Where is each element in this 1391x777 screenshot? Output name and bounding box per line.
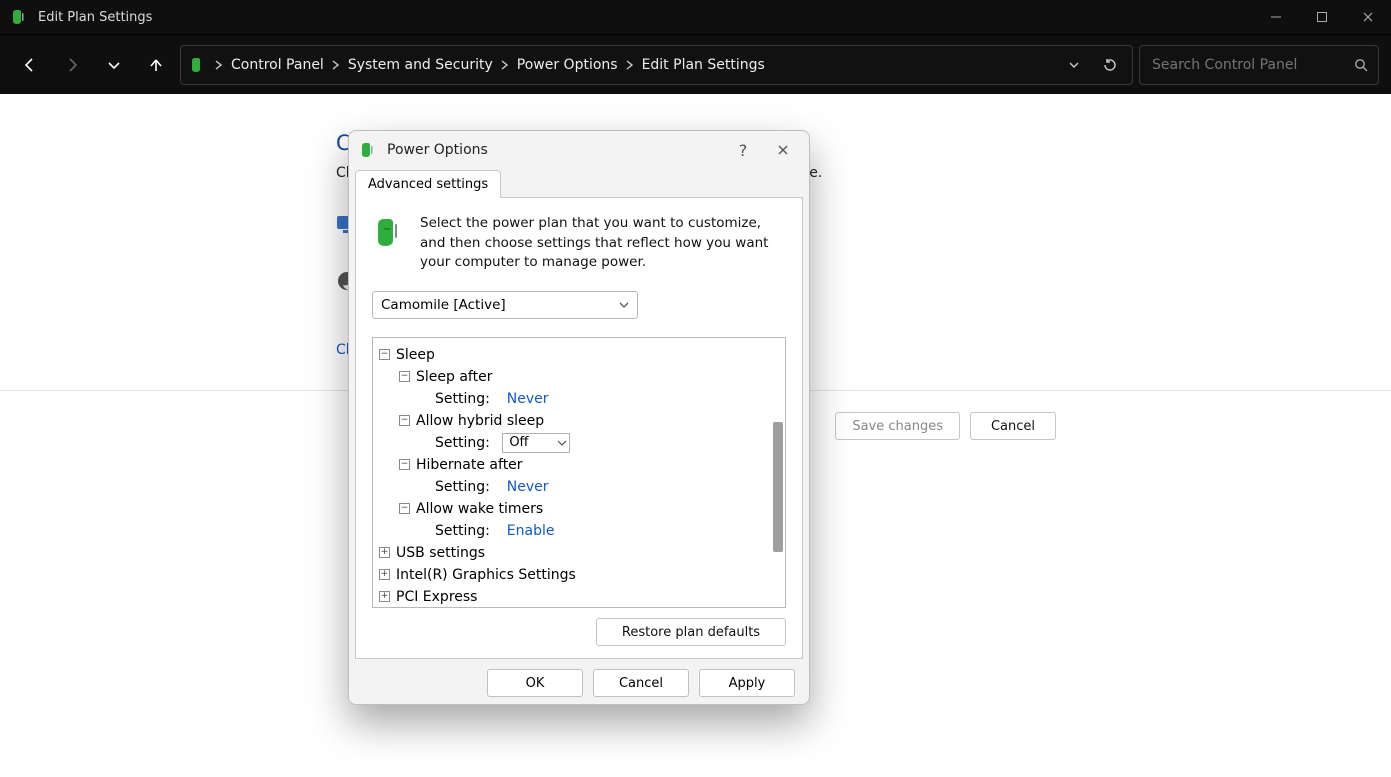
tree-node-graphics[interactable]: +Intel(R) Graphics Settings [379, 564, 781, 586]
app-icon [10, 7, 30, 27]
breadcrumb-item[interactable]: System and Security [346, 53, 495, 77]
settings-tree[interactable]: −Sleep −Sleep after Setting: Never −Allo… [372, 337, 786, 608]
collapse-icon[interactable]: − [399, 415, 410, 426]
hybrid-sleep-value: Off [509, 435, 528, 450]
setting-hibernate-after[interactable]: Setting: Never [379, 476, 781, 498]
tree-node-hybrid-sleep[interactable]: −Allow hybrid sleep [379, 410, 781, 432]
nav-forward-button[interactable] [54, 47, 90, 83]
page-body: Change settings for the plan: Camomile C… [0, 94, 1391, 777]
tree-node-sleep[interactable]: −Sleep [379, 344, 781, 366]
restore-defaults-button[interactable]: Restore plan defaults [596, 618, 786, 646]
hybrid-sleep-select[interactable]: Off [502, 433, 570, 453]
tree-node-pci[interactable]: +PCI Express [379, 586, 781, 607]
chevron-right-icon [332, 60, 340, 70]
collapse-icon[interactable]: − [399, 503, 410, 514]
search-icon [1354, 58, 1368, 72]
search-box[interactable] [1139, 45, 1379, 85]
setting-value[interactable]: Enable [507, 523, 555, 539]
refresh-button[interactable] [1096, 51, 1124, 79]
expand-icon[interactable]: + [379, 569, 390, 580]
window-titlebar: Edit Plan Settings [0, 0, 1391, 34]
power-options-dialog: Power Options ? Advanced settings Select… [348, 130, 810, 705]
dialog-ok-button[interactable]: OK [487, 669, 583, 697]
expand-icon[interactable]: + [379, 591, 390, 602]
chevron-right-icon [626, 60, 634, 70]
chevron-down-icon [619, 300, 629, 310]
setting-hybrid-sleep[interactable]: Setting: Off [379, 432, 781, 454]
nav-recent-button[interactable] [96, 47, 132, 83]
tree-node-hibernate-after[interactable]: −Hibernate after [379, 454, 781, 476]
chevron-right-icon [215, 60, 223, 70]
power-plan-select[interactable]: Camomile [Active] [372, 291, 638, 319]
setting-wake-timers[interactable]: Setting: Enable [379, 520, 781, 542]
dialog-help-button[interactable]: ? [727, 136, 759, 164]
dialog-apply-button[interactable]: Apply [699, 669, 795, 697]
dialog-intro-text: Select the power plan that you want to c… [420, 214, 786, 273]
tree-scrollbar-thumb[interactable] [773, 422, 783, 552]
breadcrumb-bar[interactable]: Control Panel System and Security Power … [180, 45, 1133, 85]
collapse-icon[interactable]: − [379, 349, 390, 360]
dialog-titlebar[interactable]: Power Options ? [349, 131, 809, 169]
address-dropdown-button[interactable] [1060, 51, 1088, 79]
setting-value[interactable]: Never [507, 479, 549, 495]
dialog-title: Power Options [387, 142, 488, 158]
setting-value[interactable]: Never [507, 391, 549, 407]
power-plan-selected: Camomile [Active] [381, 297, 506, 313]
maximize-button[interactable] [1299, 0, 1345, 34]
chevron-down-icon [557, 438, 567, 448]
close-button[interactable] [1345, 0, 1391, 34]
dialog-cancel-button[interactable]: Cancel [593, 669, 689, 697]
expand-icon[interactable]: + [379, 547, 390, 558]
dialog-icon [359, 140, 379, 160]
collapse-icon[interactable]: − [399, 459, 410, 470]
window-title: Edit Plan Settings [38, 10, 152, 25]
tree-node-sleep-after[interactable]: −Sleep after [379, 366, 781, 388]
collapse-icon[interactable]: − [399, 371, 410, 382]
tree-node-wake-timers[interactable]: −Allow wake timers [379, 498, 781, 520]
power-plan-icon [372, 214, 408, 250]
breadcrumb-item[interactable]: Power Options [515, 53, 620, 77]
dialog-close-button[interactable] [767, 136, 799, 164]
breadcrumb-item[interactable]: Control Panel [229, 53, 326, 77]
page-cancel-button[interactable]: Cancel [970, 412, 1056, 440]
dialog-tab-body: Select the power plan that you want to c… [355, 197, 803, 659]
minimize-button[interactable] [1253, 0, 1299, 34]
breadcrumb-item[interactable]: Edit Plan Settings [640, 53, 767, 77]
tab-advanced-settings[interactable]: Advanced settings [355, 170, 501, 198]
tree-node-usb[interactable]: +USB settings [379, 542, 781, 564]
nav-back-button[interactable] [12, 47, 48, 83]
nav-up-button[interactable] [138, 47, 174, 83]
navigation-bar: Control Panel System and Security Power … [0, 34, 1391, 94]
search-input[interactable] [1150, 56, 1354, 74]
save-changes-button[interactable]: Save changes [835, 412, 960, 440]
breadcrumb-icon [189, 55, 209, 75]
chevron-right-icon [501, 60, 509, 70]
setting-sleep-after[interactable]: Setting: Never [379, 388, 781, 410]
